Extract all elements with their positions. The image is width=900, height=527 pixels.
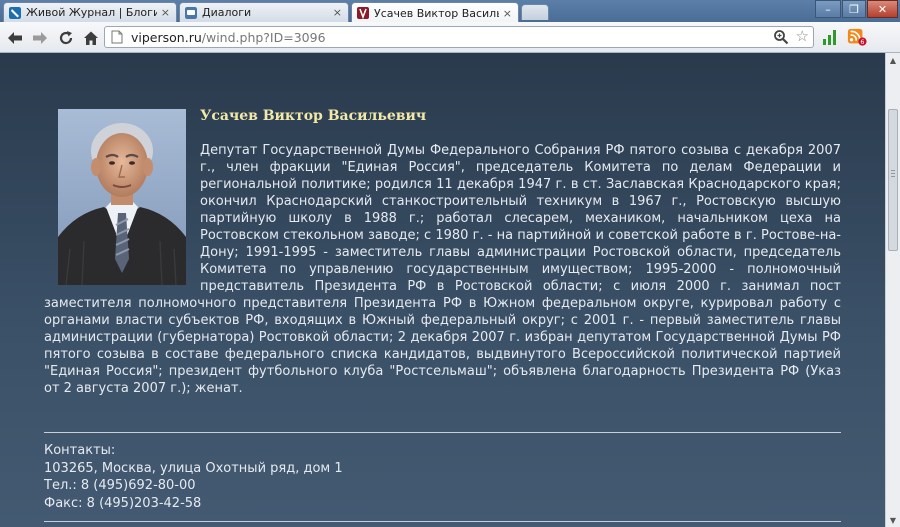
home-icon <box>84 31 98 45</box>
scroll-grip <box>891 173 895 174</box>
person-name: Усачев Виктор Васильевич <box>200 108 427 124</box>
back-icon <box>8 32 22 44</box>
close-icon[interactable]: × <box>503 7 512 20</box>
contacts-phone: Тел.: 8 (495)692-80-00 <box>44 478 196 493</box>
scroll-down-arrow-icon[interactable]: ▼ <box>886 513 900 527</box>
browser-toolbar: viperson.ru/wind.php?ID=3096 ☆ 6 <box>0 22 900 53</box>
viperson-icon <box>357 7 369 19</box>
reload-button[interactable] <box>56 28 76 48</box>
tab-label: Живой Журнал | Блоги | <box>26 6 157 19</box>
close-window-button[interactable]: ✕ <box>867 0 898 18</box>
scrollbar-thumb[interactable] <box>888 109 898 251</box>
vertical-scrollbar[interactable]: ▲ ▼ <box>885 53 900 527</box>
contacts-address: 103265, Москва, улица Охотный ряд, дом 1 <box>44 460 343 476</box>
close-icon[interactable]: × <box>161 6 170 19</box>
url-text: viperson.ru/wind.php?ID=3096 <box>131 30 326 45</box>
page-viewport: Усачев Виктор Васильевич Депутат Государ… <box>0 53 885 527</box>
close-icon[interactable]: × <box>333 6 342 19</box>
tab-label: Усачев Виктор Васильев <box>374 6 499 20</box>
forward-button[interactable] <box>30 28 50 48</box>
page-icon <box>111 30 123 44</box>
address-bar[interactable]: viperson.ru/wind.php?ID=3096 ☆ <box>104 26 814 48</box>
signal-extension-icon[interactable] <box>820 27 840 47</box>
photo-spacer <box>44 142 200 295</box>
divider-bottom <box>44 521 841 522</box>
reload-icon <box>59 31 73 45</box>
scroll-up-arrow-icon[interactable]: ▲ <box>886 53 900 67</box>
forward-icon <box>33 32 47 44</box>
svg-text:6: 6 <box>860 39 864 46</box>
back-button[interactable] <box>5 28 25 48</box>
maximize-button[interactable]: ❐ <box>842 0 866 18</box>
url-path: /wind.php?ID=3096 <box>201 30 326 45</box>
dialogs-icon <box>185 6 197 19</box>
contacts-heading: Контакты: <box>44 443 116 458</box>
scroll-grip <box>891 170 895 171</box>
contacts-fax: Факс: 8 (495)203-42-58 <box>44 495 202 511</box>
tab-livejournal[interactable]: Живой Журнал | Блоги | × <box>3 2 177 22</box>
tab-viperson[interactable]: Усачев Виктор Васильев × <box>351 2 519 23</box>
star-icon[interactable]: ☆ <box>796 27 809 45</box>
url-host: viperson.ru <box>131 30 202 45</box>
tab-label: Диалоги <box>202 6 252 19</box>
minimize-button[interactable]: – <box>815 0 841 18</box>
tab-strip: Живой Журнал | Блоги | × Диалоги × Усаче… <box>0 0 900 23</box>
contacts-block: Контакты: 103265, Москва, улица Охотный … <box>44 442 343 512</box>
divider-top <box>44 432 841 433</box>
rss-extension-icon[interactable]: 6 <box>847 27 867 47</box>
tab-dialogs[interactable]: Диалоги × <box>179 2 349 22</box>
biography-text: Депутат Государственной Думы Федеральног… <box>44 142 841 397</box>
zoom-icon[interactable] <box>773 29 789 45</box>
new-tab-button[interactable] <box>521 4 549 20</box>
livejournal-icon <box>9 6 21 19</box>
home-button[interactable] <box>81 28 101 48</box>
scroll-grip <box>891 176 895 177</box>
